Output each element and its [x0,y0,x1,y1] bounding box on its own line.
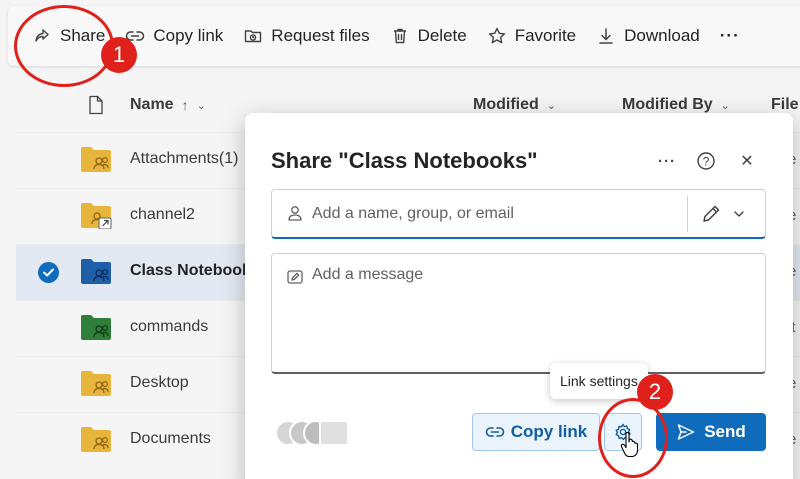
request-files-label: Request files [271,26,370,45]
link-icon [485,427,505,437]
link-settings-tooltip: Link settings [550,363,648,399]
column-modified[interactable]: Modified ⌄ [473,96,556,114]
close-icon: ✕ [740,153,754,170]
column-modified-by[interactable]: Modified By ⌄ [622,96,730,114]
share-dialog: Share "Class Notebooks" ··· ? ✕ Add a na… [245,113,793,479]
shared-folder-icon [81,147,111,172]
request-files-button[interactable]: Request files [233,18,379,54]
message-box [271,253,766,374]
message-edit-icon [287,270,303,284]
file-type-icon [89,95,103,115]
file-name[interactable]: commands [130,318,208,336]
file-name[interactable]: Attachments(1) [130,150,238,168]
shortcut-folder-icon [81,203,112,229]
star-icon [488,27,505,44]
more-icon: ··· [658,152,676,170]
more-icon: ··· [719,26,740,45]
message-input[interactable] [312,266,752,356]
people-picker [271,189,766,239]
avatar-overflow [319,420,349,446]
column-name-label: Name [130,96,174,113]
shared-with-avatars[interactable] [275,420,351,446]
delete-label: Delete [417,26,467,45]
favorite-label: Favorite [514,26,577,45]
person-icon [288,206,302,221]
close-button[interactable]: ✕ [735,149,759,173]
svg-text:?: ? [703,155,710,169]
chevron-down-icon [734,211,744,217]
download-button[interactable]: Download [586,18,710,54]
copy-link-label: Copy link [153,26,224,45]
favorite-button[interactable]: Favorite [477,18,586,54]
chevron-down-icon: ⌄ [196,99,206,112]
step-marker-1: 1 [101,37,137,73]
file-name[interactable]: channel2 [130,206,195,224]
delete-button[interactable]: Delete [380,18,477,54]
annotation-circle-1 [14,5,114,87]
column-modified-by-label: Modified By [622,96,713,113]
step-marker-2: 2 [637,374,673,410]
column-name[interactable]: Name ↑ ⌄ [130,96,206,114]
more-actions-button[interactable]: ··· [710,18,750,54]
checkmark-icon[interactable] [38,262,59,283]
file-name[interactable]: Class Notebooks [130,262,260,280]
copy-link-label: Copy link [510,422,588,441]
shared-folder-icon [81,371,111,396]
shared-folder-icon [81,427,111,452]
file-name[interactable]: Desktop [130,374,189,392]
shared-folder-icon [81,315,111,340]
download-label: Download [624,26,700,45]
request-files-icon [245,30,262,43]
annotation-circle-2 [598,398,668,478]
chevron-down-icon: ⌄ [720,99,730,112]
field-divider [687,196,688,232]
send-label: Send [704,422,746,441]
permission-dropdown[interactable] [700,200,758,228]
column-file[interactable]: File [771,96,799,114]
people-input[interactable] [312,202,672,226]
chevron-down-icon: ⌄ [546,99,556,112]
help-button[interactable]: ? [694,149,718,173]
more-options-button[interactable]: ··· [655,149,679,173]
column-modified-label: Modified [473,96,539,113]
trash-icon [393,28,406,44]
shared-folder-icon [81,259,111,284]
send-button[interactable]: Send [656,413,766,451]
help-icon: ? [697,152,715,170]
send-icon [677,424,695,440]
copy-link-button[interactable]: Copy link [472,413,600,451]
file-name[interactable]: Documents [130,430,211,448]
download-icon [599,28,613,44]
sort-arrow-icon: ↑ [181,97,189,113]
pencil-icon [703,205,720,222]
column-file-label: File [771,96,799,113]
dialog-title: Share "Class Notebooks" [271,148,538,173]
